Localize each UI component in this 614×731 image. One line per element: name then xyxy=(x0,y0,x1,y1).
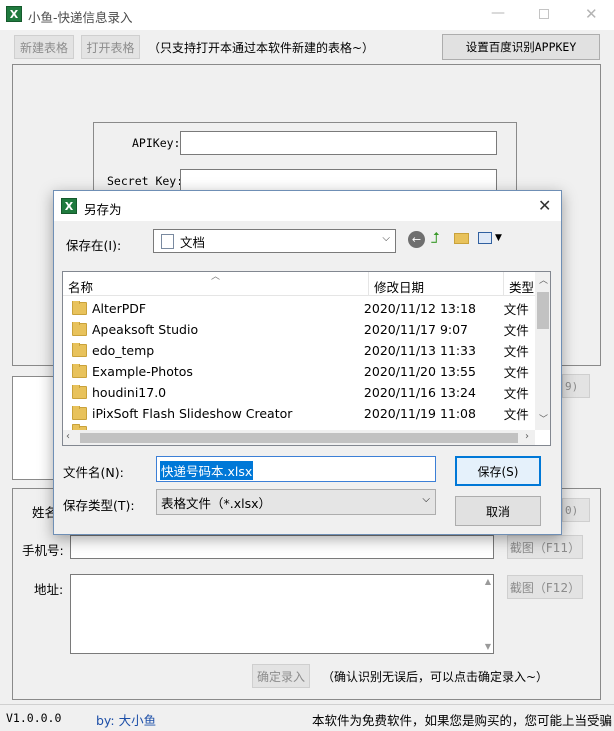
file-row[interactable]: houdini17.0 2020/11/16 13:24 文件 xyxy=(63,382,533,403)
open-table-button[interactable]: 打开表格 xyxy=(81,35,140,59)
file-row[interactable]: AlterPDF 2020/11/12 13:18 文件 xyxy=(63,298,533,319)
screenshot-f11-button[interactable]: 截图（F11） xyxy=(507,535,583,559)
recognize-f9-button[interactable]: 9) xyxy=(562,374,590,398)
file-type: 文件 xyxy=(503,344,529,359)
file-name: houdini17.0 xyxy=(92,385,167,400)
phone-label: 手机号: xyxy=(22,543,64,558)
save-button[interactable]: 保存(S) xyxy=(455,456,541,486)
scroll-down-icon[interactable]: ▼ xyxy=(485,642,491,651)
save-as-dialog: X 另存为 ✕ 保存在(I): 文档 ⌵ ← ⮥ ▼ ︿ 名称 修改日期 类型 … xyxy=(53,190,562,535)
version-label: V1.0.0.0 xyxy=(6,711,62,725)
file-row[interactable]: iPixSoft Flash Slideshow Creator 2020/11… xyxy=(63,403,533,424)
file-row[interactable]: edo_temp 2020/11/13 11:33 文件 xyxy=(63,340,533,361)
apikey-label: APIKey: xyxy=(132,136,181,150)
file-type: 文件 xyxy=(503,365,529,380)
dialog-titlebar: X 另存为 ✕ xyxy=(54,191,561,221)
file-modified: 2020/11/12 13:18 xyxy=(363,301,476,316)
file-modified: 2020/11/17 9:07 xyxy=(363,322,469,337)
maximize-icon[interactable] xyxy=(539,9,549,19)
window-title: 小鱼-快递信息录入 xyxy=(28,10,133,25)
excel-app-icon: X xyxy=(6,6,22,22)
file-type: 文件 xyxy=(503,407,529,422)
file-type: 文件 xyxy=(503,302,529,317)
folder-icon xyxy=(72,364,87,378)
scroll-down-icon[interactable]: ﹀ xyxy=(539,412,548,425)
filetype-select[interactable]: 表格文件（*.xlsx） ⌵ xyxy=(156,489,436,515)
column-header-name[interactable]: 名称 xyxy=(68,277,93,296)
open-note: （只支持打开本通过本软件新建的表格~） xyxy=(148,41,375,55)
document-folder-icon xyxy=(161,233,174,249)
file-name: edo_temp xyxy=(92,343,155,358)
new-table-button[interactable]: 新建表格 xyxy=(14,35,74,59)
file-modified: 2020/11/16 13:24 xyxy=(363,385,476,400)
file-name: Example-Photos xyxy=(92,364,193,379)
folder-icon xyxy=(72,322,87,336)
scroll-up-icon[interactable]: ︿ xyxy=(539,273,548,286)
file-modified: 2020/11/13 11:33 xyxy=(363,343,476,358)
file-name: AlterPDF xyxy=(92,301,147,316)
view-dropdown-icon[interactable]: ▼ xyxy=(495,233,502,243)
location-value: 文档 xyxy=(180,234,206,250)
phone-input[interactable] xyxy=(70,535,494,559)
author-label: by: 大小鱼 xyxy=(96,713,157,728)
address-textarea[interactable]: ▲ ▼ xyxy=(70,574,494,654)
file-name: Apeaksoft Studio xyxy=(92,322,199,337)
chevron-down-icon: ⌵ xyxy=(422,494,430,505)
scroll-left-icon[interactable]: ‹ xyxy=(66,431,70,442)
filetype-value: 表格文件（*.xlsx） xyxy=(161,495,272,511)
scroll-up-icon[interactable]: ▲ xyxy=(485,577,491,586)
file-type: 文件 xyxy=(503,323,529,338)
close-icon[interactable]: ✕ xyxy=(585,5,598,23)
file-modified: 2020/11/20 13:55 xyxy=(363,364,476,379)
confirm-note: （确认识别无误后，可以点击确定录入~） xyxy=(322,670,549,684)
apikey-input[interactable] xyxy=(180,131,497,155)
main-titlebar: X 小鱼-快递信息录入 — ✕ xyxy=(0,0,614,30)
filename-label: 文件名(N): xyxy=(63,465,124,480)
minimize-icon[interactable]: — xyxy=(491,5,505,21)
file-row[interactable]: Example-Photos 2020/11/20 13:55 文件 xyxy=(63,361,533,382)
filename-value: 快递号码本.xlsx xyxy=(160,461,254,480)
sort-up-icon: ︿ xyxy=(211,272,221,282)
folder-icon xyxy=(72,385,87,399)
folder-icon xyxy=(72,406,87,420)
new-folder-icon[interactable] xyxy=(454,233,469,244)
filename-input[interactable]: 快递号码本.xlsx xyxy=(156,456,436,482)
file-name: iPixSoft Flash Slideshow Creator xyxy=(92,406,293,421)
screenshot-f12-button[interactable]: 截图（F12） xyxy=(507,575,583,599)
image-preview-area xyxy=(12,376,54,480)
back-icon[interactable]: ← xyxy=(408,231,425,248)
file-type: 文件 xyxy=(503,386,529,401)
horizontal-scrollbar[interactable]: ‹ › xyxy=(63,430,535,445)
vertical-scrollbar[interactable]: ︿ ﹀ xyxy=(535,272,550,430)
scroll-thumb-horizontal[interactable] xyxy=(80,433,518,443)
file-list-header xyxy=(63,272,535,296)
up-folder-icon[interactable]: ⮥ xyxy=(431,229,440,247)
column-divider xyxy=(368,272,369,296)
cancel-button[interactable]: 取消 xyxy=(455,496,541,526)
scroll-right-icon[interactable]: › xyxy=(525,431,529,442)
address-label: 地址: xyxy=(34,582,64,597)
dialog-title: 另存为 xyxy=(84,202,122,217)
scroll-thumb[interactable] xyxy=(537,292,549,329)
file-list[interactable]: ︿ 名称 修改日期 类型 AlterPDF 2020/11/12 13:18 文… xyxy=(62,271,551,446)
column-header-modified[interactable]: 修改日期 xyxy=(374,277,424,296)
footer-note: 本软件为免费软件，如果您是购买的，您可能上当受骗 xyxy=(312,713,613,728)
location-select[interactable]: 文档 ⌵ xyxy=(153,229,396,253)
folder-icon xyxy=(72,343,87,357)
folder-icon xyxy=(72,301,87,315)
view-menu-icon[interactable] xyxy=(478,232,492,244)
chevron-down-icon: ⌵ xyxy=(382,233,390,244)
set-apikey-button[interactable]: 设置百度识别APPKEY xyxy=(442,34,600,60)
column-divider xyxy=(503,272,504,296)
filetype-label: 保存类型(T): xyxy=(63,498,135,513)
file-row[interactable]: Apeaksoft Studio 2020/11/17 9:07 文件 xyxy=(63,319,533,340)
confirm-entry-button[interactable]: 确定录入 xyxy=(252,664,310,688)
column-header-type[interactable]: 类型 xyxy=(509,277,534,296)
file-modified: 2020/11/19 11:08 xyxy=(363,406,476,421)
screenshot-f10-button[interactable]: 0) xyxy=(562,498,590,522)
dialog-app-icon: X xyxy=(61,198,77,214)
dialog-close-icon[interactable]: ✕ xyxy=(538,196,551,215)
secret-key-label: Secret Key: xyxy=(107,174,184,188)
save-in-label: 保存在(I): xyxy=(66,238,122,253)
